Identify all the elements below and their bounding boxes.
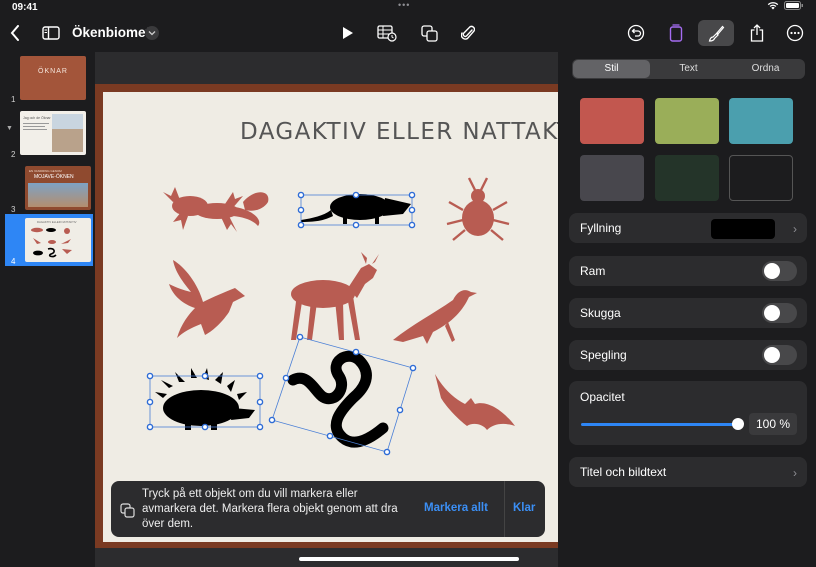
shadow-row: Skugga [569, 298, 807, 328]
slide-thumb-title: Jag och de Öknar [23, 116, 51, 120]
chevron-right-icon: › [793, 466, 797, 480]
slide-thumb-image: Jag och de Öknar [20, 111, 86, 155]
eagle-shape[interactable] [169, 260, 245, 338]
slide-thumb-image: ÖKNAR [20, 56, 86, 100]
slide-number: 1 [11, 95, 16, 104]
border-row: Ram [569, 256, 807, 286]
slide-thumb-image: DAGAKTIV ELLER NATTAKTIV [25, 218, 91, 262]
multi-select-hint-banner: Tryck på ett objekt om du vill markera e… [111, 481, 545, 537]
multi-select-icon [120, 503, 135, 518]
style-swatch-black-outline[interactable] [729, 155, 793, 201]
slide-thumb-title: ÖKNAR [38, 67, 68, 75]
divider [504, 481, 505, 537]
more-options-icon[interactable] [782, 20, 808, 46]
tab-arrange[interactable]: Ordna [727, 60, 804, 78]
format-inspector: Stil Text Ordna Fyllning › Ram Skugga Sp… [558, 52, 816, 567]
done-button[interactable]: Klar [513, 502, 535, 514]
title-caption-label: Titel och bildtext [580, 465, 667, 479]
hint-text: Tryck på ett objekt om du vill markera e… [142, 488, 398, 530]
style-swatch-green[interactable] [655, 98, 719, 144]
deer-shape[interactable] [291, 252, 379, 340]
magpie-shape[interactable] [393, 290, 477, 344]
slide-thumbnail-3[interactable]: EN VANDRING GENOM MOJAVE-ÖKNEN 3 [5, 164, 95, 214]
select-all-button[interactable]: Markera allt [424, 502, 488, 514]
document-title[interactable]: Ökenbiomet [72, 25, 150, 40]
notes-stack-icon[interactable] [663, 20, 689, 46]
lizard-shape[interactable] [163, 187, 269, 232]
toolbar: Ökenbiomet [0, 14, 816, 52]
wifi-icon [767, 2, 779, 10]
table-insert-icon[interactable] [374, 20, 400, 46]
porcupine-shape-selected[interactable] [146, 368, 264, 431]
tab-text[interactable]: Text [650, 60, 727, 78]
opacity-slider-track[interactable] [581, 423, 736, 426]
opacity-slider-knob[interactable] [732, 418, 744, 430]
shapes-insert-icon[interactable] [416, 20, 442, 46]
shadow-label: Skugga [580, 306, 621, 320]
slide-number: 4 [11, 257, 16, 266]
status-bar: 09:41 ••• [0, 0, 816, 14]
tab-style[interactable]: Stil [573, 60, 650, 78]
slide-number: 2 [11, 150, 16, 159]
reflection-toggle[interactable] [762, 345, 797, 365]
style-swatch-teal[interactable] [729, 98, 793, 144]
back-chevron-icon[interactable] [2, 20, 28, 46]
slide-navigator: ÖKNAR 1 ▼ Jag och de Öknar 2 EN VANDRING… [0, 52, 95, 567]
fill-row[interactable]: Fyllning › [569, 213, 807, 243]
slide-frame: DAGAKTIV ELLER NATTAKTIV [95, 84, 558, 548]
opacity-label: Opacitet [580, 390, 625, 404]
disclosure-triangle-icon[interactable]: ▼ [6, 125, 13, 132]
paintbrush-icon [708, 25, 724, 42]
rat-shape-selected[interactable] [297, 191, 416, 229]
slide-number: 3 [11, 205, 16, 214]
slide-thumb-title: MOJAVE-ÖKNEN [34, 174, 74, 180]
inspector-tabs: Stil Text Ordna [572, 59, 805, 79]
multitasking-dots-icon[interactable]: ••• [398, 0, 410, 10]
beetle-shape[interactable] [446, 177, 510, 241]
title-chevron-down-icon[interactable] [145, 26, 159, 40]
animal-layer [146, 177, 515, 456]
battery-icon [784, 1, 803, 10]
style-swatch-dark-green[interactable] [655, 155, 719, 201]
system-icons [767, 1, 804, 10]
reflection-label: Spegling [580, 348, 627, 362]
shadow-toggle[interactable] [762, 303, 797, 323]
play-icon[interactable] [335, 20, 361, 46]
border-label: Ram [580, 264, 606, 278]
reflection-row: Spegling [569, 340, 807, 370]
current-slide[interactable]: DAGAKTIV ELLER NATTAKTIV [103, 92, 558, 542]
fill-label: Fyllning [580, 221, 622, 235]
undo-icon[interactable] [623, 20, 649, 46]
sidebar-toggle-icon[interactable] [38, 20, 64, 46]
snake-shape-selected[interactable] [268, 333, 417, 456]
chevron-right-icon: › [793, 222, 797, 236]
opacity-section: Opacitet 100 % [569, 381, 807, 445]
border-toggle[interactable] [762, 261, 797, 281]
share-icon[interactable] [744, 20, 770, 46]
fill-color-well[interactable] [711, 219, 775, 239]
bat-shape[interactable] [435, 374, 515, 430]
opacity-value-field[interactable]: 100 % [749, 413, 797, 435]
slide-thumbnail-1[interactable]: ÖKNAR 1 [0, 54, 95, 104]
paperclip-icon[interactable] [455, 20, 481, 46]
home-indicator[interactable] [299, 557, 519, 561]
slide-thumbnail-4-selected[interactable]: DAGAKTIV ELLER NATTAKTIV 4 [5, 214, 93, 266]
slide-thumbnail-2[interactable]: ▼ Jag och de Öknar 2 [0, 109, 95, 159]
style-swatch-gray[interactable] [580, 155, 644, 201]
title-caption-row[interactable]: Titel och bildtext › [569, 457, 807, 487]
format-paintbrush-button[interactable] [698, 20, 734, 46]
slide-thumb-image: EN VANDRING GENOM MOJAVE-ÖKNEN [25, 166, 91, 210]
status-time: 09:41 [12, 2, 38, 13]
style-swatch-red[interactable] [580, 98, 644, 144]
